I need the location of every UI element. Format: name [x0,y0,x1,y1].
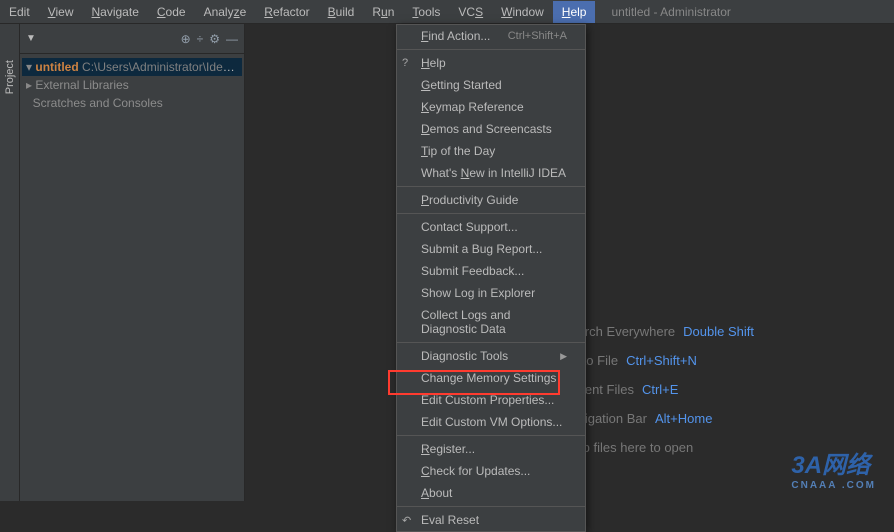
search-everywhere-shortcut[interactable]: Double Shift [683,324,754,339]
menu-analyze[interactable]: Analyze [195,1,256,23]
recent-files-shortcut[interactable]: Ctrl+E [642,382,678,397]
scratches-node[interactable]: Scratches and Consoles [22,94,242,112]
menu-keymap-ref[interactable]: Keymap Reference [397,96,585,118]
target-icon[interactable]: ⊕ [181,32,191,46]
menu-navigate[interactable]: Navigate [83,1,148,23]
menu-refactor[interactable]: Refactor [255,1,318,23]
question-icon: ? [402,57,408,69]
menu-getting-started[interactable]: Getting Started [397,74,585,96]
project-root-node[interactable]: ▾ untitled C:\Users\Administrator\IdeaPr… [22,58,242,76]
undo-icon: ↶ [402,514,411,527]
editor-helper-links: Search EverywhereDouble Shift Go to File… [562,324,754,455]
menu-separator [397,49,585,50]
menu-diag-tools-submenu[interactable]: Diagnostic Tools▶ [397,345,585,367]
menu-eval-reset[interactable]: ↶Eval Reset [397,509,585,531]
menu-separator [397,186,585,187]
project-header: ▼ ⊕ ÷ ⚙ — [20,24,244,54]
menu-tools[interactable]: Tools [403,1,449,23]
expand-icon[interactable]: ÷ [197,32,204,46]
menu-window[interactable]: Window [492,1,553,23]
menu-memory[interactable]: Change Memory Settings [397,367,585,389]
menu-show-log[interactable]: Show Log in Explorer [397,282,585,304]
external-libraries-node[interactable]: ▸ External Libraries [22,76,242,94]
menu-productivity[interactable]: Productivity Guide [397,189,585,211]
sidebar-tab-project[interactable]: Project [0,24,20,501]
nav-bar-shortcut[interactable]: Alt+Home [655,411,712,426]
menu-help[interactable]: Help [553,1,596,23]
menu-separator [397,506,585,507]
help-menu-popup: Find Action...Ctrl+Shift+A ?Help Getting… [396,24,586,532]
menu-vcs[interactable]: VCS [449,1,492,23]
menu-edit[interactable]: Edit [0,1,39,23]
menu-demos[interactable]: Demos and Screencasts [397,118,585,140]
menu-updates[interactable]: Check for Updates... [397,460,585,482]
menu-find-action[interactable]: Find Action...Ctrl+Shift+A [397,25,585,47]
menu-separator [397,213,585,214]
chevron-right-icon: ▶ [560,351,567,362]
menubar: Edit View Navigate Code Analyze Refactor… [0,0,894,24]
window-title: untitled - Administrator [611,5,730,19]
menu-custom-props[interactable]: Edit Custom Properties... [397,389,585,411]
gear-icon[interactable]: ⚙ [209,32,220,46]
menu-code[interactable]: Code [148,1,195,23]
menu-whats-new[interactable]: What's New in IntelliJ IDEA [397,162,585,184]
menu-custom-vm[interactable]: Edit Custom VM Options... [397,411,585,433]
menu-build[interactable]: Build [319,1,364,23]
menu-run[interactable]: Run [363,1,403,23]
menu-separator [397,435,585,436]
menu-bug[interactable]: Submit a Bug Report... [397,238,585,260]
menu-tip[interactable]: Tip of the Day [397,140,585,162]
project-tool-window: ▼ ⊕ ÷ ⚙ — ▾ untitled C:\Users\Administra… [20,24,245,501]
menu-separator [397,342,585,343]
menu-collect[interactable]: Collect Logs and Diagnostic Data [397,304,585,340]
menu-help-topics[interactable]: ?Help [397,52,585,74]
menu-view[interactable]: View [39,1,83,23]
project-view-selector[interactable]: ▼ [26,33,175,44]
menu-contact[interactable]: Contact Support... [397,216,585,238]
menu-register[interactable]: Register... [397,438,585,460]
menu-feedback[interactable]: Submit Feedback... [397,260,585,282]
project-tree[interactable]: ▾ untitled C:\Users\Administrator\IdeaPr… [20,54,244,116]
goto-file-shortcut[interactable]: Ctrl+Shift+N [626,353,697,368]
hide-icon[interactable]: — [226,32,238,46]
watermark-logo: 3A网络 CNAAA .COM [791,445,876,491]
